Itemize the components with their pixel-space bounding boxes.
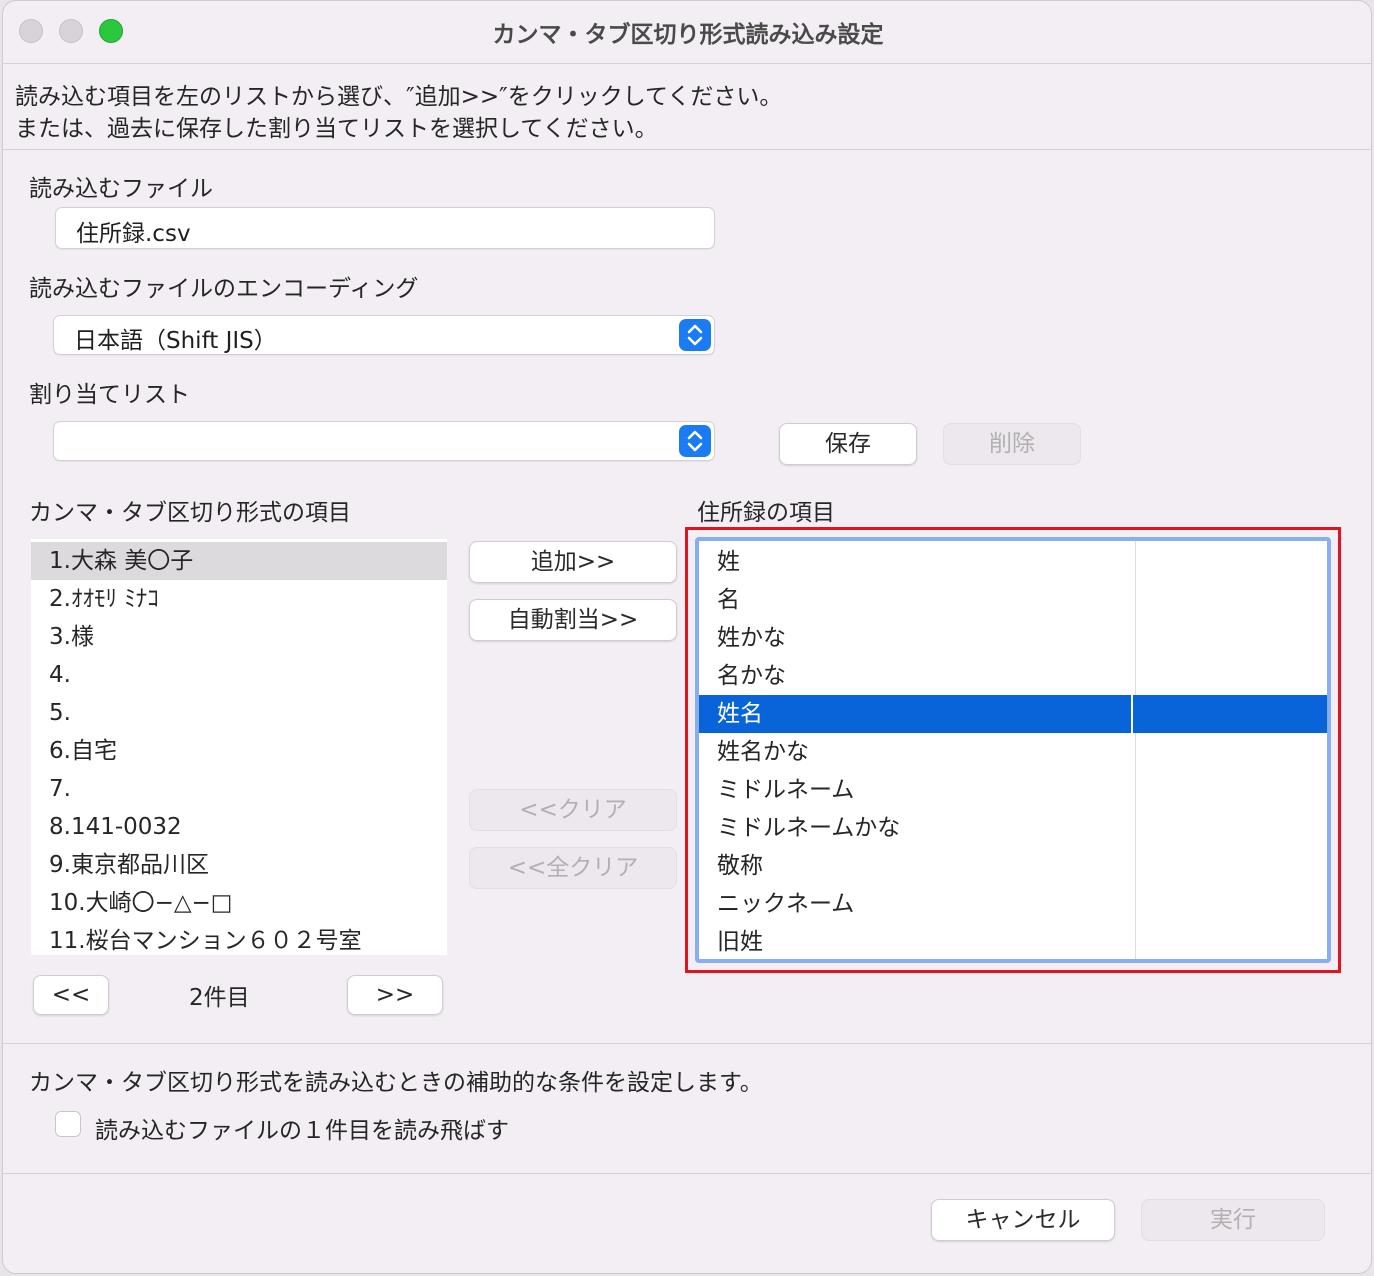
list-item[interactable]: 5.	[31, 694, 447, 732]
instructions-divider	[3, 149, 1371, 150]
encoding-label: 読み込むファイルのエンコーディング	[29, 276, 419, 302]
list-item[interactable]: 6.自宅	[31, 732, 447, 770]
selected-row-divider	[1131, 695, 1133, 733]
list-item[interactable]: 旧姓	[699, 923, 1327, 959]
list-item[interactable]: 9.東京都品川区	[31, 846, 447, 884]
window-title: カンマ・タブ区切り形式読み込み設定	[492, 22, 884, 48]
assign-list-label: 割り当てリスト	[29, 382, 190, 408]
options-divider	[3, 1043, 1371, 1044]
target-field-list[interactable]: 姓 名 姓かな 名かな 姓名 姓名かな ミドルネーム ミドルネームかな 敬称 ニ…	[695, 537, 1331, 963]
list-item[interactable]: 名かな	[699, 657, 1327, 695]
previous-record-button[interactable]: <<	[33, 975, 109, 1015]
record-position: 2件目	[189, 985, 250, 1011]
auto-assign-button[interactable]: 自動割当>>	[469, 599, 677, 641]
next-record-button[interactable]: >>	[347, 975, 443, 1015]
list-item[interactable]: 4.	[31, 656, 447, 694]
instruction-line-1: 読み込む項目を左のリストから選び、″追加>>″をクリックしてください。	[15, 84, 783, 110]
footer-divider	[3, 1173, 1371, 1174]
list-item[interactable]: 3.様	[31, 618, 447, 656]
list-item[interactable]: 7.	[31, 770, 447, 808]
file-name-field[interactable]: 住所録.csv	[55, 207, 715, 249]
instruction-line-2: または、過去に保存した割り当てリストを選択してください。	[15, 116, 658, 142]
list-item[interactable]: ミドルネーム	[699, 771, 1327, 809]
add-button[interactable]: 追加>>	[469, 541, 677, 583]
source-list-label: カンマ・タブ区切り形式の項目	[29, 500, 351, 526]
encoding-value: 日本語（Shift JIS）	[74, 328, 277, 354]
options-description: カンマ・タブ区切り形式を読み込むときの補助的な条件を設定します。	[29, 1070, 763, 1096]
list-item[interactable]: 姓	[699, 543, 1327, 581]
target-list-label: 住所録の項目	[697, 500, 835, 526]
save-button[interactable]: 保存	[779, 423, 917, 465]
list-item[interactable]: 11.桜台マンション６０２号室	[31, 922, 447, 955]
updown-chevron-icon	[679, 425, 711, 457]
encoding-select[interactable]: 日本語（Shift JIS）	[53, 315, 715, 355]
list-item[interactable]: 1.大森 美〇子	[31, 542, 447, 580]
dialog-window: カンマ・タブ区切り形式読み込み設定 読み込む項目を左のリストから選び、″追加>>…	[2, 0, 1372, 1274]
clear-button[interactable]: <<クリア	[469, 789, 677, 831]
list-item-selected[interactable]: 姓名	[699, 695, 1327, 733]
titlebar-divider	[3, 63, 1371, 64]
list-item[interactable]: 2.ｵｵﾓﾘ ﾐﾅｺ	[31, 580, 447, 618]
source-field-list[interactable]: 1.大森 美〇子 2.ｵｵﾓﾘ ﾐﾅｺ 3.様 4. 5. 6.自宅 7. 8.…	[31, 539, 447, 955]
assign-list-select[interactable]	[53, 421, 715, 461]
skip-first-checkbox[interactable]	[55, 1111, 81, 1137]
updown-chevron-icon	[679, 319, 711, 351]
list-item[interactable]: ミドルネームかな	[699, 809, 1327, 847]
list-item[interactable]: 姓かな	[699, 619, 1327, 657]
list-item[interactable]: 姓名かな	[699, 733, 1327, 771]
file-name-value: 住所録.csv	[76, 221, 191, 247]
run-button[interactable]: 実行	[1141, 1199, 1325, 1241]
list-item[interactable]: 名	[699, 581, 1327, 619]
list-item[interactable]: 敬称	[699, 847, 1327, 885]
cancel-button[interactable]: キャンセル	[931, 1199, 1115, 1241]
file-label: 読み込むファイル	[29, 176, 213, 202]
clear-all-button[interactable]: <<全クリア	[469, 847, 677, 889]
delete-button[interactable]: 削除	[943, 423, 1081, 465]
list-item[interactable]: 8.141-0032	[31, 808, 447, 846]
list-item[interactable]: ニックネーム	[699, 885, 1327, 923]
skip-first-label: 読み込むファイルの１件目を読み飛ばす	[95, 1118, 509, 1144]
list-item[interactable]: 10.大崎〇−△−□	[31, 884, 447, 922]
